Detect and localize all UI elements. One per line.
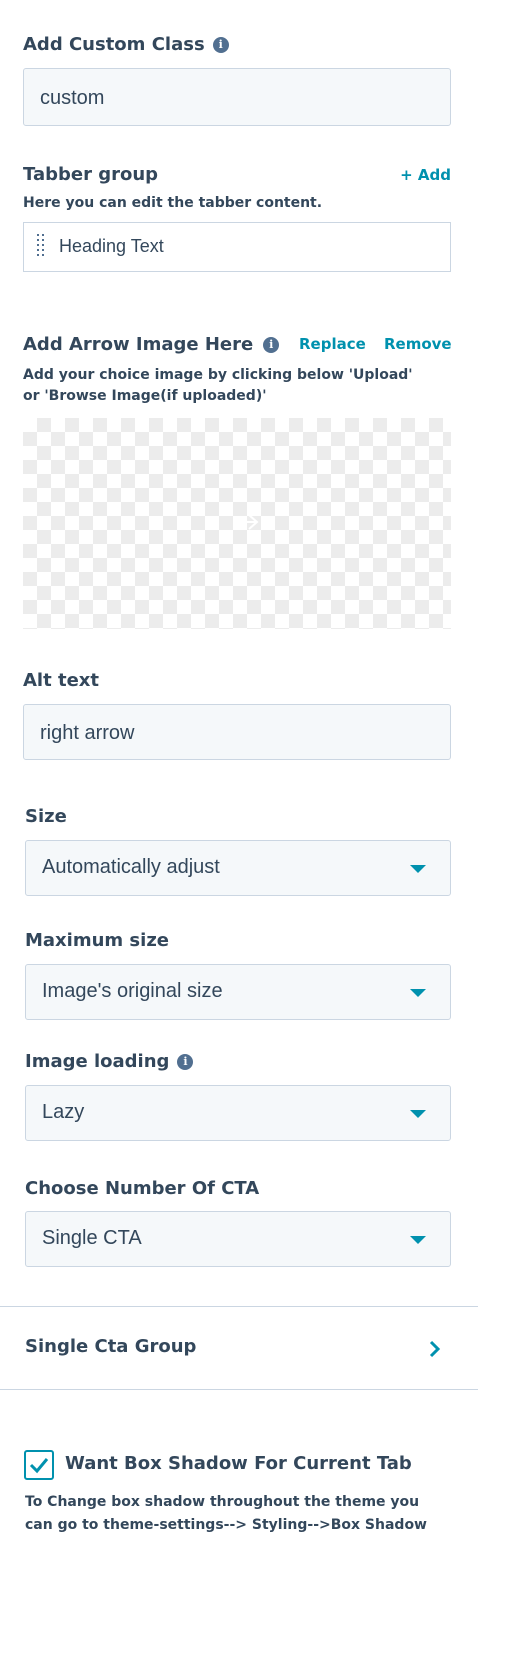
box-shadow-help-line2: can go to theme-settings--> Styling-->Bo… [25, 1517, 427, 1533]
custom-class-input[interactable]: custom [23, 68, 451, 126]
max-size-label: Maximum size [25, 930, 169, 951]
size-select[interactable]: Automatically adjust [25, 840, 451, 896]
cta-group-row[interactable]: Single Cta Group [0, 1307, 478, 1389]
box-shadow-label: Want Box Shadow For Current Tab [65, 1453, 412, 1474]
max-size-select-value: Image's original size [42, 980, 223, 1002]
info-icon[interactable]: i [212, 37, 229, 53]
box-shadow-checkbox[interactable] [24, 1450, 54, 1480]
info-icon[interactable]: i [263, 337, 280, 353]
arrow-image-label: Add Arrow Image Here i [23, 334, 280, 355]
custom-class-label-text: Add Custom Class [23, 34, 205, 55]
cta-group-label: Single Cta Group [25, 1336, 197, 1357]
remove-image-link[interactable]: Remove [384, 335, 452, 353]
box-shadow-help-line1: To Change box shadow throughout the them… [25, 1494, 420, 1510]
custom-class-label: Add Custom Class i [23, 34, 229, 55]
tabber-group-label: Tabber group [23, 164, 159, 185]
arrow-image-label-text: Add Arrow Image Here [23, 334, 254, 355]
image-loading-select-value: Lazy [42, 1101, 85, 1123]
replace-image-link[interactable]: Replace [299, 335, 366, 353]
checkbox-check-icon [29, 1458, 49, 1474]
tabber-help-text: Here you can edit the tabber content. [23, 195, 323, 211]
max-size-select[interactable]: Image's original size [25, 964, 451, 1020]
image-loading-label-text: Image loading [25, 1051, 170, 1072]
image-loading-label: Image loading i [25, 1051, 194, 1072]
caret-down-icon [410, 1236, 426, 1244]
right-arrow-image [235, 514, 259, 530]
info-icon[interactable]: i [177, 1054, 194, 1070]
tabber-item-label: Heading Text [59, 236, 164, 256]
drag-handle-icon[interactable] [36, 233, 46, 261]
size-select-value: Automatically adjust [42, 856, 220, 878]
cta-count-select-value: Single CTA [42, 1227, 142, 1249]
arrow-image-preview[interactable] [23, 418, 451, 629]
cta-count-select[interactable]: Single CTA [25, 1211, 451, 1267]
alt-text-label: Alt text [23, 670, 99, 691]
arrow-image-help-line2: or 'Browse Image(if uploaded)' [23, 388, 267, 404]
cta-count-label: Choose Number Of CTA [25, 1178, 260, 1199]
divider [0, 1389, 478, 1390]
caret-down-icon [410, 1110, 426, 1118]
size-label: Size [25, 806, 67, 827]
tabber-add-button[interactable]: + Add [400, 166, 451, 184]
caret-down-icon [410, 989, 426, 997]
arrow-image-help-line1: Add your choice image by clicking below … [23, 367, 413, 383]
alt-text-input[interactable]: right arrow [23, 704, 451, 760]
tabber-item[interactable]: Heading Text [23, 222, 451, 272]
caret-down-icon [410, 865, 426, 873]
chevron-right-icon [429, 1340, 441, 1358]
image-loading-select[interactable]: Lazy [25, 1085, 451, 1141]
